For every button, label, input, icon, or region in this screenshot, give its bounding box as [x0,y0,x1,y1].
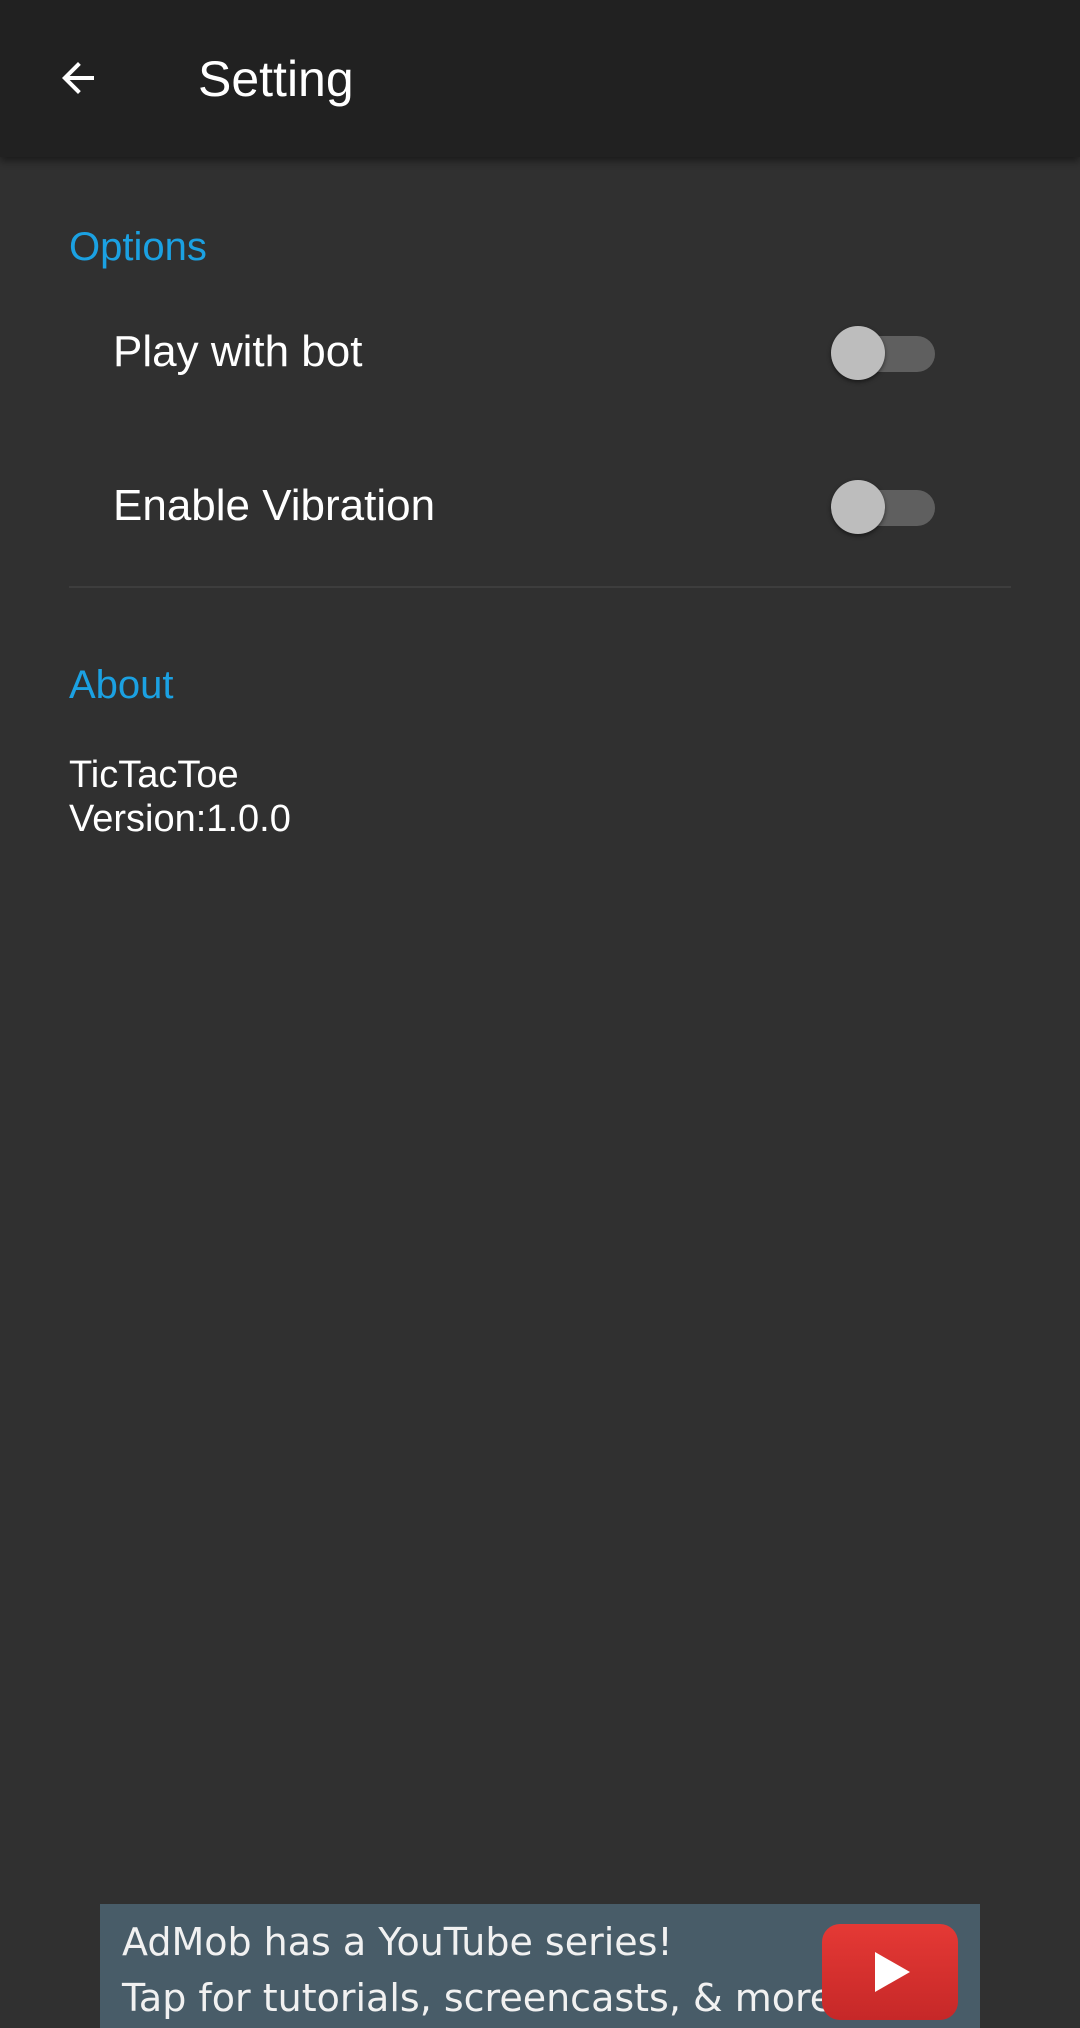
pref-row-enable-vibration[interactable]: Enable Vibration [69,429,1009,583]
section-header-options: Options [69,225,207,269]
play-with-bot-switch[interactable] [831,322,941,382]
pref-label-play-with-bot: Play with bot [113,327,363,376]
pref-label-enable-vibration: Enable Vibration [113,481,436,530]
about-app-name: TicTacToe [69,754,239,796]
ad-banner[interactable]: AdMob has a YouTube series! Tap for tuto… [100,1904,980,2028]
about-version: Version:1.0.0 [69,798,291,840]
page-title: Setting [198,51,354,107]
switch-thumb [831,480,885,534]
ad-text-line-1: AdMob has a YouTube series! [122,1920,673,1964]
arrow-back-icon [54,54,102,107]
app-bar: Setting [0,0,1080,157]
switch-thumb [831,326,885,380]
section-header-about: About [69,663,174,707]
enable-vibration-switch[interactable] [831,476,941,536]
youtube-play-icon[interactable] [822,1924,958,2020]
pref-row-play-with-bot[interactable]: Play with bot [69,275,1009,429]
ad-text-line-2: Tap for tutorials, screencasts, & more. [122,1976,846,2020]
back-button[interactable] [36,38,120,122]
section-divider [69,586,1011,588]
settings-content: Options Play with bot Enable Vibration A… [0,157,1080,2028]
